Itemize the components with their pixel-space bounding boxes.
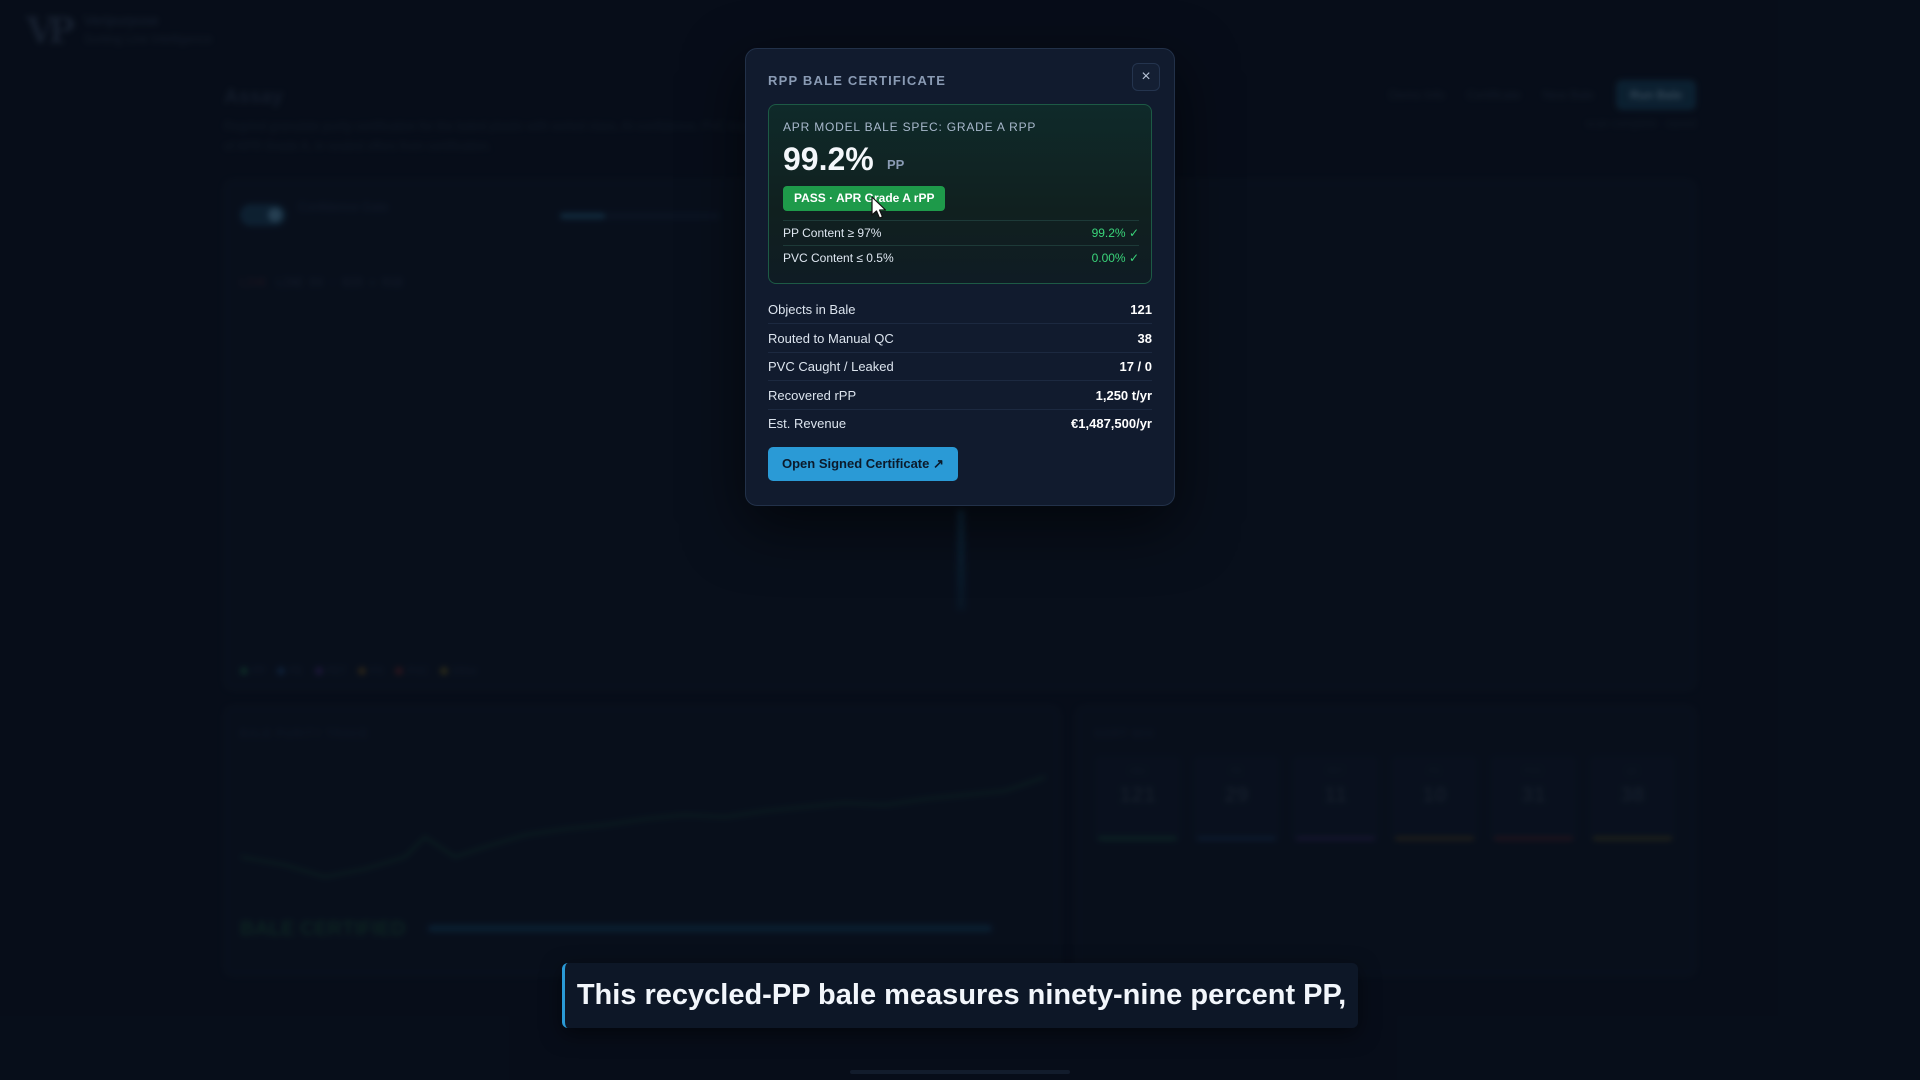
stat-label: PVC Caught / Leaked xyxy=(768,358,894,374)
stat-value: 1,250 t/yr xyxy=(1095,387,1152,403)
stat-value: 121 xyxy=(1130,301,1152,317)
stat-label: Routed to Manual QC xyxy=(768,330,894,346)
open-certificate-button[interactable]: Open Signed Certificate ↗ xyxy=(768,447,958,481)
criteria-value: 99.2% ✓ xyxy=(1091,226,1139,240)
criteria-row-pp: PP Content ≥ 97% 99.2% ✓ xyxy=(783,220,1139,245)
stat-label: Objects in Bale xyxy=(768,301,856,317)
stat-value: 38 xyxy=(1137,330,1152,346)
stat-row-objects: Objects in Bale 121 xyxy=(768,295,1152,324)
criteria-label: PVC Content ≤ 0.5% xyxy=(783,251,894,265)
pass-badge: PASS · APR Grade A rPP xyxy=(783,186,946,211)
spec-card: APR MODEL BALE SPEC: GRADE A RPP 99.2% P… xyxy=(768,104,1152,284)
stat-value: 17 / 0 xyxy=(1119,358,1152,374)
purity-value: 99.2% xyxy=(783,141,874,177)
mouse-cursor-icon xyxy=(871,196,887,219)
criteria-value: 0.00% ✓ xyxy=(1091,251,1139,265)
modal-title: RPP BALE CERTIFICATE xyxy=(768,73,947,88)
stat-row-manual-qc: Routed to Manual QC 38 xyxy=(768,324,1152,353)
stat-row-recovered: Recovered rPP 1,250 t/yr xyxy=(768,381,1152,410)
footer-hint xyxy=(850,1070,1070,1074)
bale-certificate-modal: RPP BALE CERTIFICATE × APR MODEL BALE SP… xyxy=(745,48,1175,506)
criteria-row-pvc: PVC Content ≤ 0.5% 0.00% ✓ xyxy=(783,245,1139,270)
stat-row-pvc: PVC Caught / Leaked 17 / 0 xyxy=(768,352,1152,381)
stat-row-revenue: Est. Revenue €1,487,500/yr xyxy=(768,409,1152,438)
narration-caption: This recycled-PP bale measures ninety-ni… xyxy=(562,963,1358,1028)
stat-label: Recovered rPP xyxy=(768,387,857,403)
stat-value: €1,487,500/yr xyxy=(1071,416,1152,431)
close-button[interactable]: × xyxy=(1132,63,1160,91)
criteria-label: PP Content ≥ 97% xyxy=(783,226,882,240)
spec-label: APR MODEL BALE SPEC: GRADE A RPP xyxy=(783,120,1037,134)
purity-unit: PP xyxy=(887,157,905,172)
stat-label: Est. Revenue xyxy=(768,416,847,431)
